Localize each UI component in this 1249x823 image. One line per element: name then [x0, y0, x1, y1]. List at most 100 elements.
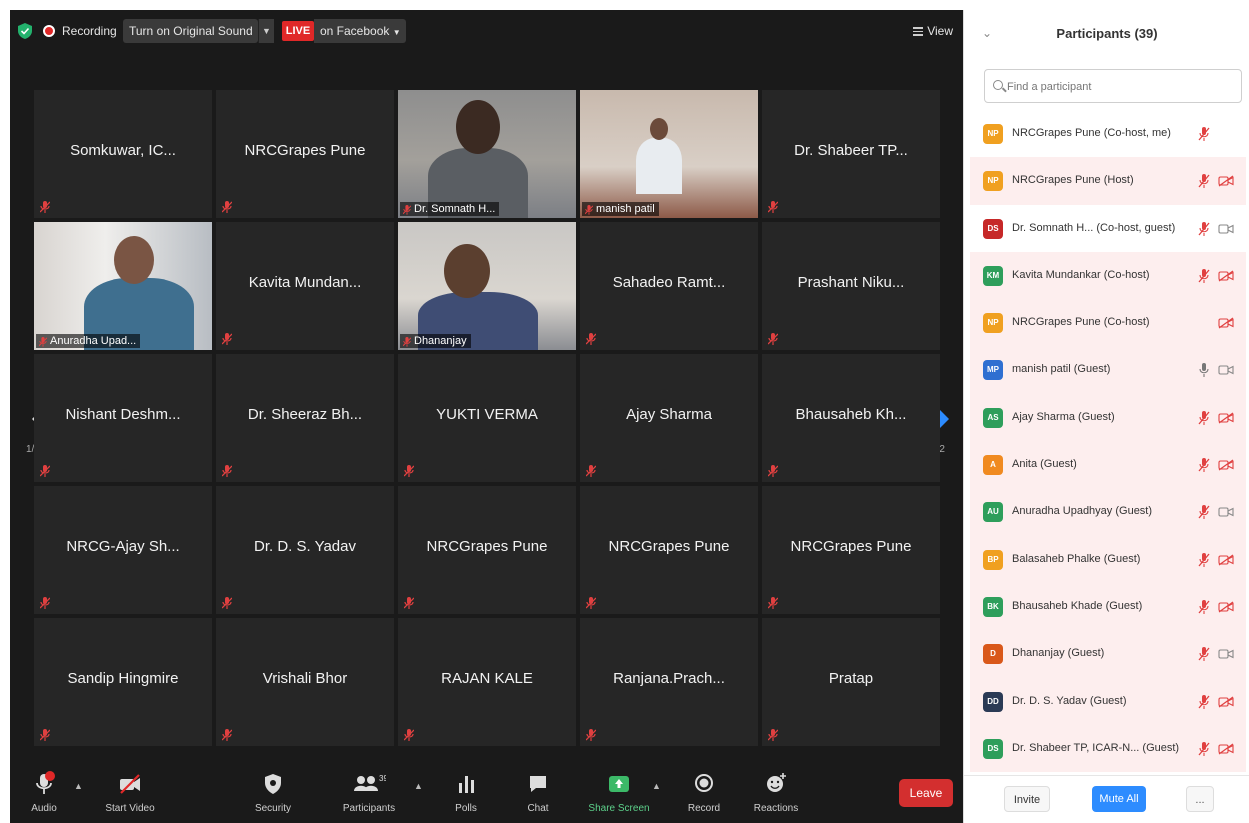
- video-tile[interactable]: Kavita Mundan...: [216, 222, 394, 350]
- microphone-muted-icon[interactable]: [1198, 457, 1210, 473]
- reactions-button[interactable]: Reactions: [748, 771, 804, 814]
- original-sound-button[interactable]: Turn on Original Sound: [123, 19, 258, 43]
- start-video-button[interactable]: Start Video: [100, 771, 160, 814]
- participant-name: Balasaheb Phalke (Guest): [1012, 552, 1141, 565]
- participant-row[interactable]: MP manish patil (Guest): [970, 346, 1246, 394]
- microphone-on-icon[interactable]: [1198, 362, 1210, 378]
- share-screen-button[interactable]: Share Screen: [584, 771, 654, 814]
- video-tile[interactable]: Pratap: [762, 618, 940, 746]
- polls-button[interactable]: Polls: [446, 771, 486, 814]
- video-tile[interactable]: Dr. Somnath H...: [398, 90, 576, 218]
- microphone-muted-icon[interactable]: [1198, 268, 1210, 284]
- video-tile[interactable]: NRCGrapes Pune: [216, 90, 394, 218]
- participant-row[interactable]: NP NRCGrapes Pune (Co-host): [970, 299, 1246, 347]
- audio-options-caret[interactable]: ▲: [74, 781, 83, 791]
- original-sound-dropdown[interactable]: ▼: [258, 19, 274, 43]
- video-tile[interactable]: Dr. Shabeer TP...: [762, 90, 940, 218]
- chat-label: Chat: [527, 803, 549, 814]
- video-tile[interactable]: NRCGrapes Pune: [398, 486, 576, 614]
- audio-button[interactable]: Audio: [24, 771, 64, 814]
- participant-row[interactable]: DD Dr. D. S. Yadav (Guest): [970, 677, 1246, 725]
- participants-options-caret[interactable]: ▲: [414, 781, 423, 791]
- participant-row[interactable]: BK Bhausaheb Khade (Guest): [970, 582, 1246, 631]
- participant-name: Anuradha Upadhyay (Guest): [1012, 505, 1153, 518]
- participant-search[interactable]: [984, 69, 1242, 103]
- mic-muted-icon: [585, 464, 597, 477]
- video-tile[interactable]: Dhananjay: [398, 222, 576, 350]
- video-tile[interactable]: Vrishali Bhor: [216, 618, 394, 746]
- video-tile[interactable]: NRCG-Ajay Sh...: [34, 486, 212, 614]
- live-stream-dropdown[interactable]: on Facebook ▼: [314, 19, 406, 43]
- microphone-muted-icon[interactable]: [1198, 741, 1210, 757]
- participant-row[interactable]: AU Anuradha Upadhyay (Guest): [970, 488, 1246, 536]
- record-button[interactable]: Record: [682, 771, 726, 814]
- video-camera-icon: [1218, 365, 1234, 376]
- video-tile-name: Kavita Mundan...: [248, 274, 362, 291]
- polls-icon: [459, 776, 474, 793]
- participants-button[interactable]: 39 Participants: [336, 771, 402, 814]
- video-tile[interactable]: Prashant Niku...: [762, 222, 940, 350]
- video-tile-name: manish patil: [582, 202, 659, 216]
- microphone-muted-icon[interactable]: [1198, 410, 1210, 426]
- video-tile[interactable]: NRCGrapes Pune: [580, 486, 758, 614]
- participant-row[interactable]: AS Ajay Sharma (Guest): [970, 393, 1246, 442]
- video-camera-off-icon: [1218, 459, 1234, 471]
- video-tile[interactable]: Bhausaheb Kh...: [762, 354, 940, 482]
- participant-name: Bhausaheb Khade (Guest): [1012, 599, 1143, 612]
- participant-row[interactable]: DS Dr. Somnath H... (Co-host, guest): [970, 205, 1246, 252]
- participants-panel-title: Participants (39): [1056, 26, 1158, 41]
- participants-panel-header: ⌄ Participants (39): [964, 10, 1249, 58]
- microphone-muted-icon[interactable]: [1198, 126, 1210, 142]
- view-button[interactable]: View: [913, 24, 953, 38]
- leave-button[interactable]: Leave: [899, 779, 953, 807]
- video-tile[interactable]: NRCGrapes Pune: [762, 486, 940, 614]
- mute-all-button[interactable]: Mute All: [1092, 786, 1146, 812]
- participant-name: manish patil (Guest): [1012, 363, 1111, 376]
- video-tile[interactable]: Anuradha Upad...: [34, 222, 212, 350]
- microphone-muted-icon[interactable]: [1198, 694, 1210, 710]
- tile-name-text: Dhananjay: [414, 335, 467, 347]
- mic-muted-icon: [585, 332, 597, 345]
- video-tile[interactable]: Sandip Hingmire: [34, 618, 212, 746]
- tile-name-text: Dr. Somnath H...: [414, 203, 496, 215]
- share-options-caret[interactable]: ▲: [652, 781, 661, 791]
- avatar: NP: [983, 124, 1003, 144]
- microphone-muted-icon[interactable]: [1198, 173, 1210, 189]
- more-options-button[interactable]: ...: [1186, 786, 1214, 812]
- video-tile[interactable]: YUKTI VERMA: [398, 354, 576, 482]
- video-camera-off-icon: [1218, 175, 1234, 187]
- video-tile-name: Bhausaheb Kh...: [795, 406, 907, 423]
- microphone-muted-icon[interactable]: [1198, 221, 1210, 237]
- microphone-muted-icon[interactable]: [1198, 599, 1210, 615]
- microphone-muted-icon[interactable]: [1198, 552, 1210, 568]
- video-tile[interactable]: RAJAN KALE: [398, 618, 576, 746]
- video-tile[interactable]: Sahadeo Ramt...: [580, 222, 758, 350]
- video-tile[interactable]: Dr. D. S. Yadav: [216, 486, 394, 614]
- participant-row[interactable]: KM Kavita Mundankar (Co-host): [970, 251, 1246, 300]
- security-button[interactable]: Security: [248, 771, 298, 814]
- avatar: D: [983, 644, 1003, 665]
- participant-search-input[interactable]: [1007, 76, 1237, 98]
- participant-row[interactable]: BP Balasaheb Phalke (Guest): [970, 535, 1246, 583]
- video-tile[interactable]: Somkuwar, IC...: [34, 90, 212, 218]
- view-label: View: [927, 24, 953, 38]
- invite-button[interactable]: Invite: [1004, 786, 1050, 812]
- video-camera-off-icon: [1218, 317, 1234, 329]
- participant-row[interactable]: NP NRCGrapes Pune (Host): [970, 157, 1246, 205]
- participant-row[interactable]: A Anita (Guest): [970, 441, 1246, 489]
- participant-row[interactable]: NP NRCGrapes Pune (Co-host, me): [970, 110, 1246, 157]
- participant-row[interactable]: DS Dr. Shabeer TP, ICAR-N... (Guest): [970, 724, 1246, 773]
- microphone-muted-icon[interactable]: [1198, 646, 1210, 662]
- video-tile[interactable]: Ajay Sharma: [580, 354, 758, 482]
- video-tile[interactable]: Ranjana.Prach...: [580, 618, 758, 746]
- mic-muted-icon: [221, 596, 233, 609]
- meeting-toolbar: Audio ▲ Start Video Security 39 Particip…: [10, 765, 963, 823]
- video-tile[interactable]: Dr. Sheeraz Bh...: [216, 354, 394, 482]
- start-video-label: Start Video: [105, 803, 155, 814]
- video-tile-name: NRCGrapes Pune: [608, 538, 730, 555]
- video-tile[interactable]: Nishant Deshm...: [34, 354, 212, 482]
- video-tile[interactable]: manish patil: [580, 90, 758, 218]
- chat-button[interactable]: Chat: [518, 771, 558, 814]
- microphone-muted-icon[interactable]: [1198, 504, 1210, 520]
- participant-row[interactable]: D Dhananjay (Guest): [970, 630, 1246, 678]
